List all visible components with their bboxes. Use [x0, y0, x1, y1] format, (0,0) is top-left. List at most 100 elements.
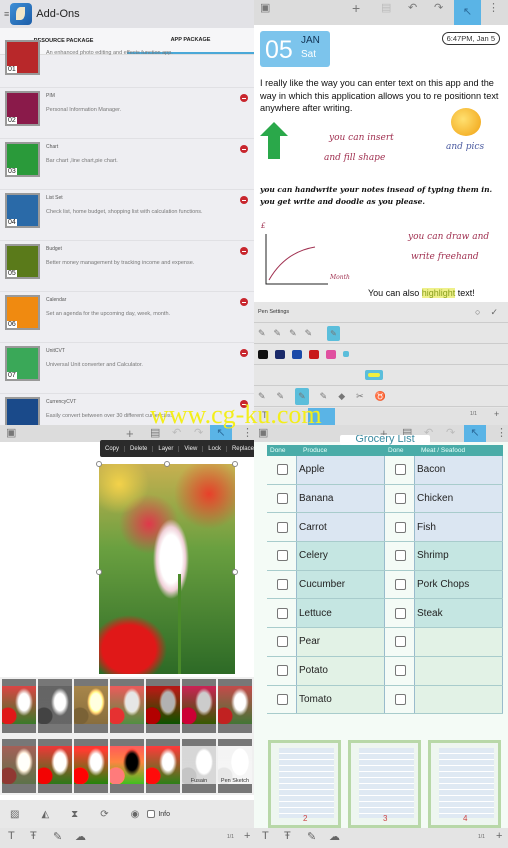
checkbox[interactable] [277, 607, 288, 619]
produce-cell[interactable]: Cucumber [297, 570, 385, 599]
resize-handle[interactable] [232, 569, 238, 575]
pen-tool-icon[interactable]: ✎ [307, 830, 316, 843]
selected-color[interactable] [343, 351, 349, 357]
filter-thumbnail[interactable] [38, 739, 72, 793]
menu-icon[interactable]: ≡ [4, 9, 9, 19]
filter-thumbnail[interactable] [2, 679, 36, 733]
layers-icon[interactable]: ▣ [6, 425, 16, 442]
text-tool-icon[interactable]: T [262, 830, 269, 842]
menu-item-view[interactable]: View [179, 445, 204, 452]
page-thumbnail[interactable]: 3 [348, 740, 421, 828]
add-page-icon[interactable]: + [496, 830, 502, 842]
checkbox[interactable] [277, 493, 288, 505]
redo-icon[interactable]: ↷ [434, 0, 443, 17]
add-page-icon[interactable]: + [244, 830, 250, 842]
filter-thumbnail[interactable] [110, 679, 144, 733]
confirm-icon[interactable]: ✓ [490, 307, 498, 317]
lasso-icon[interactable]: ♉ [375, 391, 386, 402]
checkbox[interactable] [277, 579, 288, 591]
checkbox[interactable] [277, 636, 288, 648]
flip-icon[interactable]: ◭ [41, 809, 49, 820]
tulip-image[interactable] [99, 464, 235, 674]
page-thumbnail[interactable]: 4 [428, 740, 501, 828]
checkbox[interactable] [395, 579, 406, 591]
color-swatch[interactable] [326, 349, 336, 359]
reset-icon[interactable]: ○ [475, 307, 480, 317]
filter-thumbnail[interactable] [2, 739, 36, 793]
list-item[interactable]: 07 UnitCVT Universal Unit converter and Ca… [0, 343, 254, 394]
highlighter-pen-icon[interactable]: ✎ [327, 325, 340, 341]
produce-cell[interactable]: Carrot [297, 513, 385, 542]
filter-thumbnail[interactable] [182, 679, 216, 733]
pen-tool-icon[interactable]: ✎ [53, 830, 62, 843]
filter-thumbnail[interactable]: Fusain [182, 739, 216, 793]
paste-icon[interactable]: ▤ [381, 0, 391, 17]
meat-cell[interactable]: Steak [415, 599, 503, 628]
undo-icon[interactable]: ↶ [408, 0, 417, 17]
meat-cell[interactable]: Chicken [415, 484, 503, 513]
info-checkbox[interactable]: Info [147, 810, 170, 818]
produce-cell[interactable]: Pear [297, 628, 385, 656]
remove-icon[interactable] [240, 196, 248, 204]
resize-handle[interactable] [164, 461, 170, 467]
menu-item-delete[interactable]: Delete [125, 445, 154, 452]
produce-cell[interactable]: Lettuce [297, 599, 385, 628]
checkbox[interactable] [395, 550, 406, 562]
produce-cell[interactable]: Banana [297, 484, 385, 513]
resize-handle[interactable] [96, 461, 102, 467]
filter-thumbnail[interactable] [110, 739, 144, 793]
select-tool-icon[interactable]: ↖ [454, 0, 481, 25]
remove-icon[interactable] [240, 145, 248, 153]
checkbox[interactable] [395, 693, 406, 705]
text-tool-icon[interactable]: T [8, 830, 15, 842]
color-swatch[interactable] [258, 349, 268, 359]
list-item[interactable]: 02 PIM Personal Information Manager. [0, 88, 254, 139]
hourglass-icon[interactable]: ⧗ [71, 809, 78, 820]
text-style-icon[interactable]: Ŧ [30, 830, 37, 842]
text-style-icon[interactable]: Ŧ [284, 830, 291, 842]
meat-cell[interactable]: Shrimp [415, 542, 503, 570]
more-icon[interactable]: ⋮ [488, 0, 499, 17]
add-icon[interactable]: + [352, 0, 360, 17]
produce-cell[interactable]: Celery [297, 542, 385, 570]
color-swatch[interactable] [292, 349, 302, 359]
remove-icon[interactable] [240, 349, 248, 357]
selected-highlight-color[interactable] [365, 370, 383, 380]
list-item[interactable]: 03 Chart Bar chart ,line chart,pie chart. [0, 139, 254, 190]
checkbox[interactable] [395, 464, 406, 476]
filter-thumbnail[interactable]: Pen Sketch [218, 739, 252, 793]
checkbox[interactable] [277, 550, 288, 562]
list-item[interactable]: 01 An enhanced photo editing and effects … [0, 37, 254, 88]
list-item[interactable]: 04 List Set Check list, home budget, shopp… [0, 190, 254, 241]
remove-icon[interactable] [240, 94, 248, 102]
produce-cell[interactable]: Potato [297, 656, 385, 685]
menu-item-layer[interactable]: Layer [153, 445, 180, 452]
checkbox[interactable] [277, 464, 288, 476]
meat-cell[interactable] [415, 628, 503, 656]
layers-icon[interactable]: ▣ [260, 0, 270, 17]
filter-thumbnail[interactable] [146, 679, 180, 733]
shape-tool-icon[interactable]: ☁ [329, 830, 340, 843]
filter-thumbnail[interactable] [38, 679, 72, 733]
meat-cell[interactable]: Bacon [415, 456, 503, 484]
shape-tool-icon[interactable]: ☁ [75, 830, 86, 843]
checkbox[interactable] [277, 521, 288, 533]
checkbox[interactable] [277, 693, 288, 705]
filter-thumbnail[interactable] [218, 679, 252, 733]
checkbox[interactable] [395, 607, 406, 619]
meat-cell[interactable]: Pork Chops [415, 570, 503, 599]
checkbox[interactable] [395, 493, 406, 505]
scissors-icon[interactable]: ✂ [356, 391, 364, 402]
color-swatch[interactable] [309, 349, 319, 359]
meat-cell[interactable]: Fish [415, 513, 503, 542]
rotate-icon[interactable]: ⟳ [100, 809, 108, 820]
eye-icon[interactable]: ◉ [131, 809, 140, 820]
resize-handle[interactable] [96, 569, 102, 575]
color-swatch[interactable] [275, 349, 285, 359]
add-page-icon[interactable]: + [494, 409, 499, 419]
list-item[interactable]: 05 Budget Better money management by track… [0, 241, 254, 292]
produce-cell[interactable]: Apple [297, 456, 385, 484]
eraser-icon[interactable]: ◆ [338, 391, 345, 402]
checkbox[interactable] [395, 665, 406, 677]
pen-type-icons[interactable]: ✎✎✎✎ [258, 328, 320, 339]
